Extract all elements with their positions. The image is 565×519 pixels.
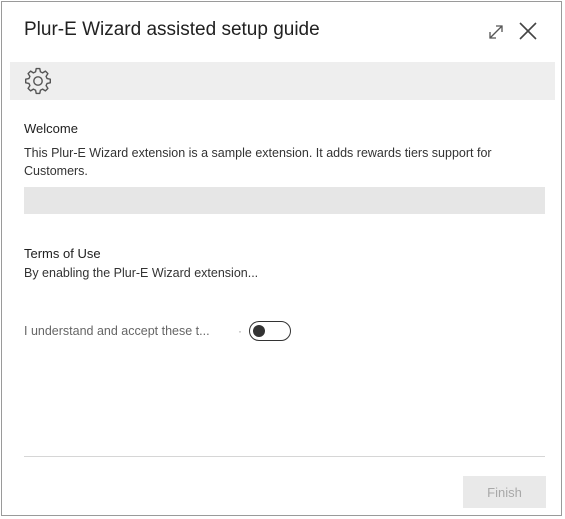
close-icon[interactable] xyxy=(517,20,539,42)
consent-separator: · xyxy=(238,324,242,338)
accept-terms-toggle[interactable] xyxy=(249,321,291,341)
finish-button[interactable]: Finish xyxy=(463,476,546,508)
toggle-knob xyxy=(253,325,265,337)
setup-dialog: Plur-E Wizard assisted setup guide Welco… xyxy=(1,1,562,516)
consent-label: I understand and accept these t... xyxy=(24,324,210,338)
terms-text: By enabling the Plur-E Wizard extension.… xyxy=(24,266,259,280)
gear-icon xyxy=(25,67,51,95)
footer-divider xyxy=(24,456,545,457)
banner xyxy=(10,62,555,100)
expand-icon[interactable] xyxy=(486,22,506,42)
welcome-banner-placeholder xyxy=(24,187,545,214)
terms-heading: Terms of Use xyxy=(24,246,101,261)
welcome-heading: Welcome xyxy=(24,121,78,136)
dialog-title: Plur-E Wizard assisted setup guide xyxy=(24,19,320,40)
welcome-text: This Plur-E Wizard extension is a sample… xyxy=(24,146,492,178)
